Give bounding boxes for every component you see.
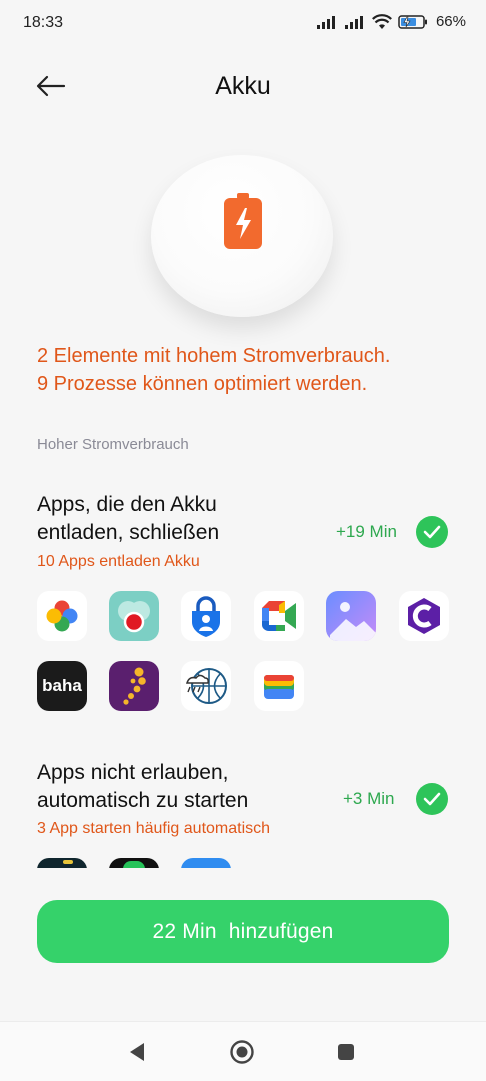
block-autostart-gain: +3 Min: [343, 789, 395, 808]
microsoft-authenticator-icon[interactable]: [181, 591, 231, 641]
baha-icon[interactable]: baha: [37, 661, 87, 711]
google-photos-icon[interactable]: [37, 591, 87, 641]
optimization-summary: 2 Elemente mit hohem Stromverbrauch. 9 P…: [37, 342, 467, 398]
row-title-line-1: Apps nicht erlauben,: [37, 761, 229, 784]
nav-back-button[interactable]: [122, 1037, 152, 1067]
add-time-button[interactable]: 22 Min hinzufügen: [37, 900, 449, 963]
battery-percentage: 66%: [435, 13, 466, 30]
tracker-app-icon[interactable]: [109, 591, 159, 641]
close-draining-apps-gain: +19 Min: [336, 522, 397, 541]
autostart-app-icon-1[interactable]: [37, 858, 87, 868]
summary-line-2: 9 Prozesse können optimiert werden.: [37, 373, 368, 395]
nav-home-button[interactable]: [227, 1037, 257, 1067]
header: Akku: [0, 60, 486, 112]
summary-line-1: 2 Elemente mit hohem Stromverbrauch.: [37, 345, 391, 367]
status-bar: 18:33 66%: [0, 0, 486, 46]
close-draining-apps-title: Apps, die den Akku entladen, schließen: [37, 491, 327, 547]
checkmark-icon: [423, 525, 441, 539]
block-autostart-checkbox[interactable]: [416, 783, 448, 815]
gallery-icon[interactable]: [326, 591, 376, 641]
triangle-back-icon: [130, 1043, 144, 1061]
close-draining-apps-subtitle: 10 Apps entladen Akku: [37, 553, 200, 570]
weather-radar-icon[interactable]: [181, 661, 231, 711]
block-autostart-subtitle: 3 App starten häufig automatisch: [37, 820, 271, 837]
signal-icon-2: [344, 15, 363, 29]
google-wallet-icon[interactable]: [254, 661, 304, 711]
close-draining-apps-checkbox[interactable]: [416, 516, 448, 548]
nav-recents-button[interactable]: [331, 1037, 361, 1067]
row-title-line-1: Apps, die den Akku: [37, 493, 217, 516]
checkmark-icon: [423, 792, 441, 806]
home-circle-icon: [230, 1040, 254, 1064]
system-navigation-bar: [0, 1021, 486, 1081]
autostart-apps-strip: [0, 858, 486, 868]
signal-icon: [316, 15, 335, 29]
dots-app-icon[interactable]: [109, 661, 159, 711]
c-launcher-icon[interactable]: [399, 591, 449, 641]
battery-orb: [151, 155, 333, 317]
row-title-line-2: automatisch zu starten: [37, 789, 249, 812]
battery-charging-icon: [224, 193, 262, 249]
page-title: Akku: [215, 72, 271, 100]
autostart-app-icon-2[interactable]: [109, 858, 159, 868]
section-label: Hoher Stromverbrauch: [37, 436, 189, 453]
square-recents-icon: [338, 1044, 354, 1060]
block-autostart-title: Apps nicht erlauben, automatisch zu star…: [37, 759, 327, 815]
autostart-app-icon-3[interactable]: [181, 858, 231, 868]
status-time: 18:33: [23, 14, 64, 31]
baha-logo-text: baha: [42, 676, 82, 695]
status-icons: 66%: [316, 13, 466, 30]
google-meet-icon[interactable]: [254, 591, 304, 641]
row-title-line-2: entladen, schließen: [37, 521, 220, 544]
battery-status-icon: [398, 14, 427, 29]
wifi-icon: [371, 13, 392, 29]
